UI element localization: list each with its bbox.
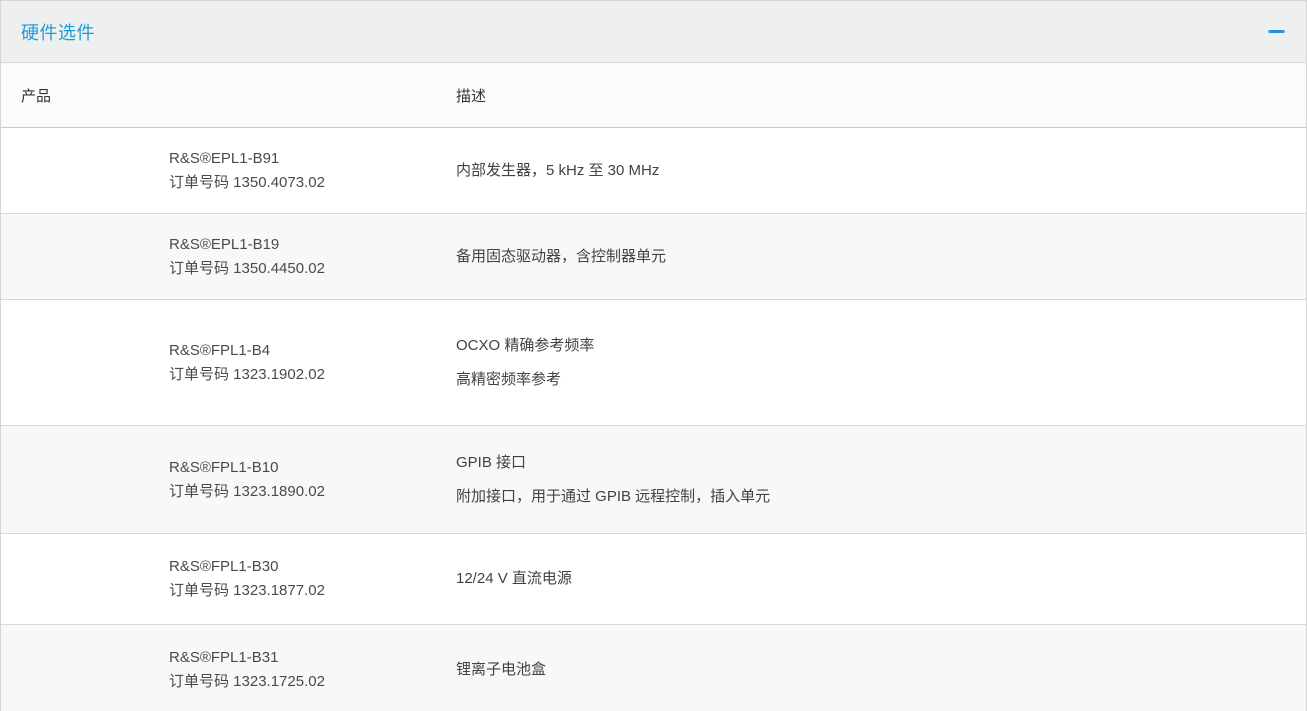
product-order-number: 订单号码 1350.4450.02 (169, 257, 456, 281)
product-name: R&S®FPL1-B30 (169, 555, 456, 579)
description-line: 高精密频率参考 (456, 372, 1306, 388)
section-header-hardware-options[interactable]: 硬件选件 (1, 1, 1306, 63)
product-order-number: 订单号码 1323.1877.02 (169, 579, 456, 603)
table-row: R&S®FPL1-B30 订单号码 1323.1877.02 12/24 V 直… (1, 534, 1306, 625)
table-row: R&S®FPL1-B4 订单号码 1323.1902.02 OCXO 精确参考频… (1, 300, 1306, 426)
table-row: R&S®EPL1-B19 订单号码 1350.4450.02 备用固态驱动器，含… (1, 214, 1306, 300)
product-cell: R&S®FPL1-B10 订单号码 1323.1890.02 (169, 456, 456, 504)
product-name: R&S®EPL1-B19 (169, 233, 456, 257)
product-cell: R&S®FPL1-B4 订单号码 1323.1902.02 (169, 339, 456, 387)
table-row: R&S®EPL1-B91 订单号码 1350.4073.02 内部发生器，5 k… (1, 128, 1306, 214)
product-name: R&S®FPL1-B31 (169, 646, 456, 670)
table-header-row: 产品 描述 (1, 63, 1306, 128)
column-header-description: 描述 (456, 85, 1306, 106)
description-line: 备用固态驱动器，含控制器单元 (456, 249, 1306, 265)
description-cell: 12/24 V 直流电源 (456, 571, 1306, 587)
description-line: OCXO 精确参考频率 (456, 338, 1306, 354)
collapse-button[interactable] (1264, 20, 1288, 44)
product-order-number: 订单号码 1323.1902.02 (169, 363, 456, 387)
product-cell: R&S®FPL1-B30 订单号码 1323.1877.02 (169, 555, 456, 603)
description-line: GPIB 接口 (456, 455, 1306, 471)
description-cell: 备用固态驱动器，含控制器单元 (456, 249, 1306, 265)
description-cell: 内部发生器，5 kHz 至 30 MHz (456, 163, 1306, 179)
minus-icon (1268, 30, 1285, 33)
product-order-number: 订单号码 1323.1725.02 (169, 670, 456, 694)
product-order-number: 订单号码 1323.1890.02 (169, 480, 456, 504)
product-name: R&S®FPL1-B10 (169, 456, 456, 480)
product-order-number: 订单号码 1350.4073.02 (169, 171, 456, 195)
table-body: R&S®EPL1-B91 订单号码 1350.4073.02 内部发生器，5 k… (1, 128, 1306, 711)
description-line: 附加接口，用于通过 GPIB 远程控制，插入单元 (456, 489, 1306, 505)
product-cell: R&S®EPL1-B91 订单号码 1350.4073.02 (169, 147, 456, 195)
product-cell: R&S®EPL1-B19 订单号码 1350.4450.02 (169, 233, 456, 281)
section-title: 硬件选件 (21, 19, 95, 45)
description-line: 内部发生器，5 kHz 至 30 MHz (456, 163, 1306, 179)
hardware-options-panel: 硬件选件 产品 描述 R&S®EPL1-B91 订单号码 1350.4073.0… (0, 0, 1307, 711)
description-cell: OCXO 精确参考频率高精密频率参考 (456, 338, 1306, 388)
product-name: R&S®FPL1-B4 (169, 339, 456, 363)
column-header-product: 产品 (21, 85, 456, 106)
table-row: R&S®FPL1-B31 订单号码 1323.1725.02 锂离子电池盒 (1, 625, 1306, 711)
description-line: 锂离子电池盒 (456, 662, 1306, 678)
description-line: 12/24 V 直流电源 (456, 571, 1306, 587)
table-row: R&S®FPL1-B10 订单号码 1323.1890.02 GPIB 接口附加… (1, 426, 1306, 534)
product-name: R&S®EPL1-B91 (169, 147, 456, 171)
description-cell: 锂离子电池盒 (456, 662, 1306, 678)
description-cell: GPIB 接口附加接口，用于通过 GPIB 远程控制，插入单元 (456, 455, 1306, 505)
product-cell: R&S®FPL1-B31 订单号码 1323.1725.02 (169, 646, 456, 694)
